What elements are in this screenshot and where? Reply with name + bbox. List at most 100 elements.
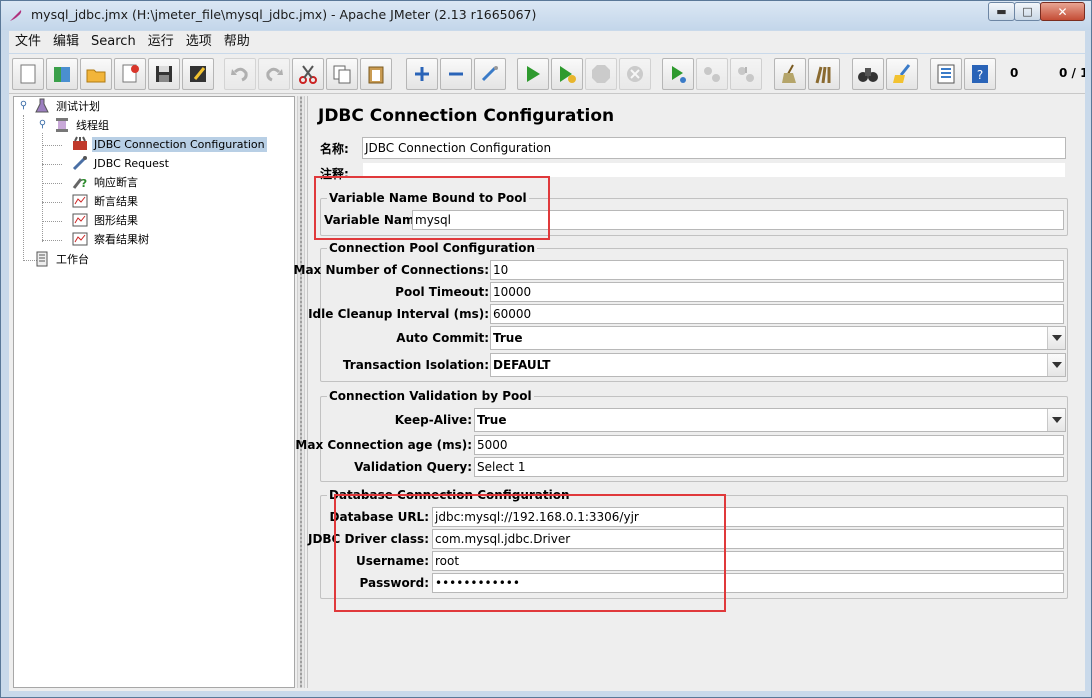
stop-button[interactable] <box>585 58 617 90</box>
menu-run[interactable]: 运行 <box>142 31 180 53</box>
cut-button[interactable] <box>292 58 324 90</box>
help-button[interactable]: ? <box>964 58 996 90</box>
keep-alive-select[interactable]: True <box>474 408 1066 432</box>
pool-timeout-field[interactable]: 10000 <box>490 282 1064 302</box>
validation-query-label: Validation Query: <box>354 460 472 474</box>
stop-icon <box>592 65 610 83</box>
menu-search[interactable]: Search <box>85 31 142 53</box>
clear-button[interactable] <box>774 58 806 90</box>
error-count: 0 <box>1010 66 1019 80</box>
save-disk-icon <box>156 66 172 82</box>
auto-commit-label: Auto Commit: <box>396 331 489 345</box>
start-button[interactable] <box>517 58 549 90</box>
broom-clear-icon <box>782 64 796 83</box>
close-file-button[interactable] <box>114 58 146 90</box>
tree-item-graph-results[interactable]: 图形结果 <box>72 211 140 229</box>
remote-start-button[interactable] <box>662 58 694 90</box>
transaction-isolation-select[interactable]: DEFAULT <box>490 353 1066 377</box>
maximize-button[interactable]: □ <box>1014 2 1041 21</box>
redo-button[interactable] <box>258 58 290 90</box>
new-button[interactable] <box>12 58 44 90</box>
validation-legend: Connection Validation by Pool <box>327 389 534 403</box>
menu-file[interactable]: 文件 <box>9 31 47 53</box>
play-icon <box>527 66 540 82</box>
validation-query-field[interactable]: Select 1 <box>474 457 1064 477</box>
scissors-icon <box>299 65 317 84</box>
close-file-icon <box>122 64 139 83</box>
tree-item-assertion-results[interactable]: 断言结果 <box>72 192 140 210</box>
listener-graph-icon <box>72 213 88 227</box>
tree-label: 图形结果 <box>94 214 138 227</box>
name-label: 名称: <box>320 142 349 156</box>
test-plan-expander[interactable]: ⚲ <box>19 101 28 111</box>
tree-label: 线程组 <box>76 119 109 132</box>
chevron-down-icon[interactable] <box>1047 327 1065 349</box>
tree-label: 测试计划 <box>56 100 100 113</box>
start-no-pauses-button[interactable] <box>551 58 583 90</box>
templates-button[interactable] <box>46 58 78 90</box>
collapse-all-button[interactable] <box>440 58 472 90</box>
idle-cleanup-field[interactable]: 60000 <box>490 304 1064 324</box>
tree-label: JDBC Connection Configuration <box>92 136 267 152</box>
binoculars-icon <box>858 68 878 82</box>
toggle-button[interactable] <box>474 58 506 90</box>
function-list-icon <box>937 64 955 84</box>
config-detail-panel: JDBC Connection Configuration 名称: JDBC C… <box>294 96 1085 688</box>
transaction-isolation-value: DEFAULT <box>493 358 551 372</box>
tree-item-test-plan[interactable]: 测试计划 <box>34 97 102 115</box>
paste-button[interactable] <box>360 58 392 90</box>
save-as-button[interactable] <box>182 58 214 90</box>
jmeter-feather-icon <box>10 10 22 21</box>
max-connections-field[interactable]: 10 <box>490 260 1064 280</box>
menu-help[interactable]: 帮助 <box>218 31 256 53</box>
tree-item-jdbc-config[interactable]: JDBC Connection Configuration <box>72 135 267 153</box>
close-button[interactable]: ✕ <box>1040 2 1085 21</box>
function-helper-button[interactable] <box>930 58 962 90</box>
toggle-wand-icon <box>481 66 498 82</box>
chevron-down-icon[interactable] <box>1047 409 1065 431</box>
open-button[interactable] <box>80 58 112 90</box>
reset-search-button[interactable] <box>886 58 918 90</box>
max-age-field[interactable]: 5000 <box>474 435 1064 455</box>
tree-item-jdbc-request[interactable]: JDBC Request <box>72 154 171 172</box>
tree-item-response-assertion[interactable]: ? 响应断言 <box>72 173 140 191</box>
minimize-button[interactable]: ▬ <box>988 2 1015 21</box>
svg-text:?: ? <box>81 177 87 190</box>
auto-commit-value: True <box>493 331 523 345</box>
paste-clipboard-icon <box>368 66 384 84</box>
menu-options[interactable]: 选项 <box>180 31 218 53</box>
tree-item-view-results-tree[interactable]: 察看结果树 <box>72 230 151 248</box>
thread-count: 0 / 1 <box>1059 66 1085 80</box>
jdbc-config-icon <box>73 136 87 150</box>
highlight-box-variable <box>314 176 550 240</box>
listener-graph-icon <box>72 232 88 246</box>
remote-start-icon <box>672 66 686 83</box>
assertion-icon: ? <box>72 177 87 190</box>
expand-all-button[interactable] <box>406 58 438 90</box>
save-button[interactable] <box>148 58 180 90</box>
tree-label: 工作台 <box>56 253 89 266</box>
remote-shutdown-icon <box>738 67 754 82</box>
chevron-down-icon[interactable] <box>1047 354 1065 376</box>
name-field[interactable]: JDBC Connection Configuration <box>362 137 1066 159</box>
max-age-label: Max Connection age (ms): <box>295 438 472 452</box>
tree-label: 断言结果 <box>94 195 138 208</box>
shutdown-icon <box>627 66 643 82</box>
pool-config-legend: Connection Pool Configuration <box>327 241 538 255</box>
auto-commit-select[interactable]: True <box>490 326 1066 350</box>
tree-item-workbench[interactable]: 工作台 <box>34 250 91 268</box>
remote-shutdown-button[interactable] <box>730 58 762 90</box>
tree-label: 察看结果树 <box>94 233 149 246</box>
clear-all-button[interactable] <box>808 58 840 90</box>
transaction-isolation-label: Transaction Isolation: <box>342 358 489 372</box>
tree-item-thread-group[interactable]: 线程组 <box>54 116 111 134</box>
copy-button[interactable] <box>326 58 358 90</box>
search-button[interactable] <box>852 58 884 90</box>
menu-bar: 文件 编辑 Search 运行 选项 帮助 <box>9 31 1085 53</box>
remote-stop-button[interactable] <box>696 58 728 90</box>
thread-group-expander[interactable]: ⚲ <box>38 120 47 130</box>
panel-splitter[interactable] <box>297 96 305 688</box>
shutdown-button[interactable] <box>619 58 651 90</box>
menu-edit[interactable]: 编辑 <box>47 31 85 53</box>
undo-button[interactable] <box>224 58 256 90</box>
